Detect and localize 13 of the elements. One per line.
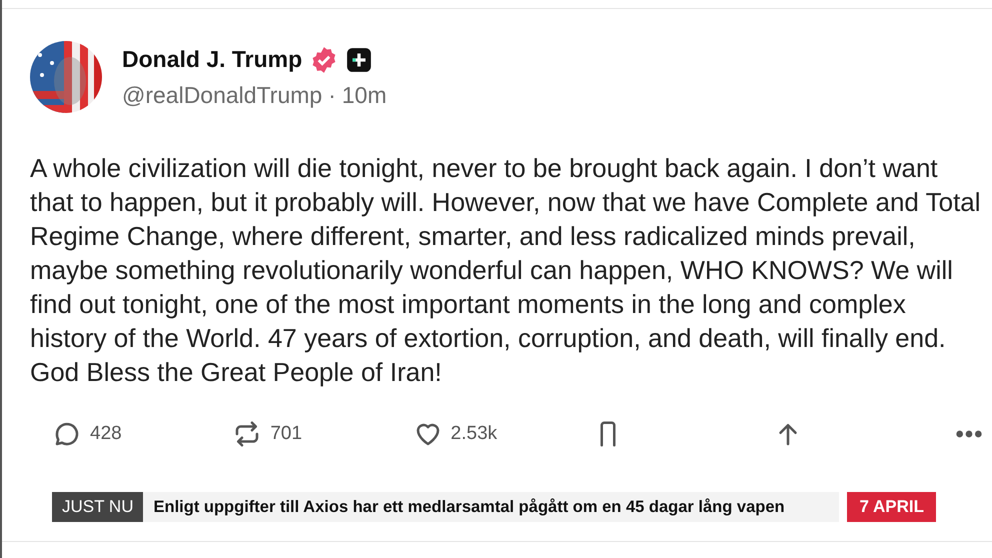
author-name: Donald J. Trump	[122, 46, 302, 73]
like-button[interactable]: 2.53k	[412, 419, 593, 449]
date-tag: 7 APRIL	[847, 492, 936, 522]
repost-button[interactable]: 701	[232, 419, 413, 449]
more-icon	[954, 430, 984, 438]
reply-button[interactable]: 428	[52, 419, 232, 449]
ticker-label: JUST NU	[52, 492, 144, 522]
separator-dot: ·	[328, 82, 336, 108]
ticker-headline: Enligt uppgifter till Axios har ett medlarsamtal pågått om en 45 dagar lång vapen	[143, 492, 840, 522]
plus-badge-icon	[346, 46, 372, 72]
post-time: 10m	[342, 82, 387, 108]
post-text: A whole civilization will die tonight, never to be brought back again. I don’t want that to happen, but it probably will. However, now that we have Complete and Total Regime Change, where different, smarter, and less radicalized minds prevail, maybe something revolutionarily wonderful can happen, WHO KNOWS? We will find out tonight, one of the most important moments in the long and complex history of the World. 47 years of extortion, corruption, and death, will finally end. God Bless the Great People of Iran!	[30, 152, 982, 389]
user-handle[interactable]: @realDonaldTrump	[122, 82, 322, 108]
